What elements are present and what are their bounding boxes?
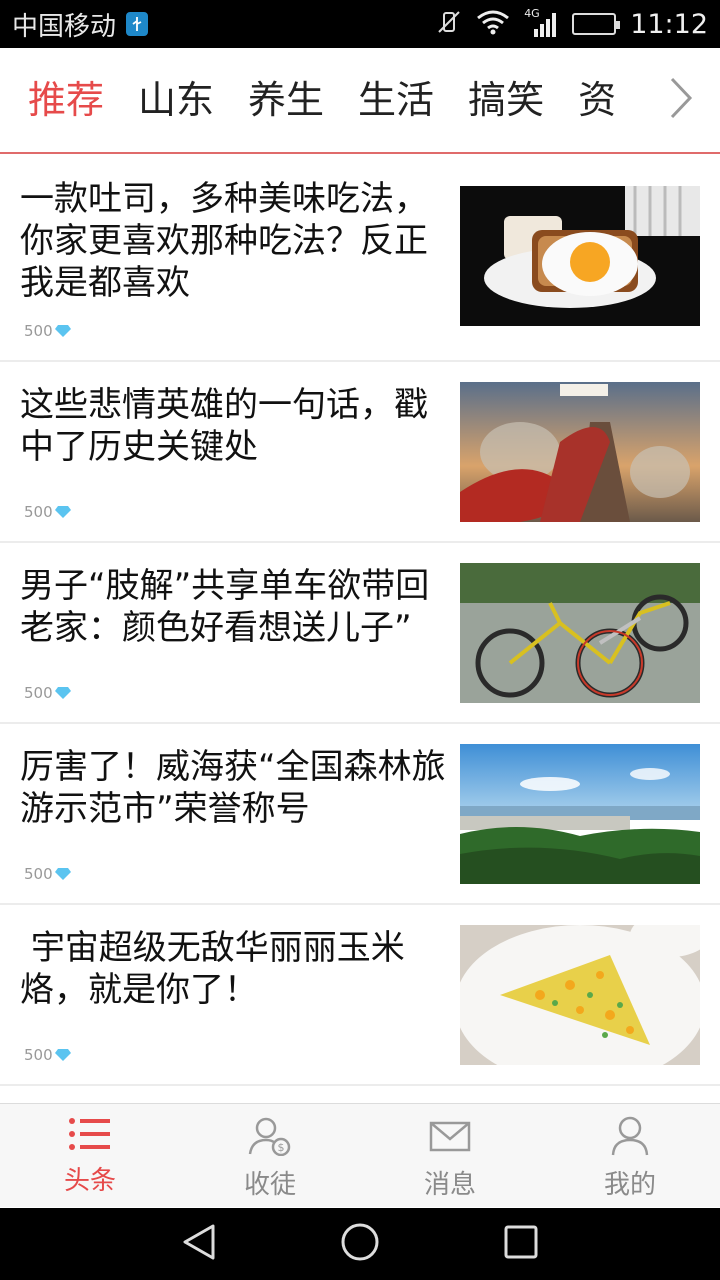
article-thumbnail <box>460 186 700 326</box>
category-tab-bar: 推荐 山东 养生 生活 搞笑 资 <box>0 48 720 154</box>
tab-funny[interactable]: 搞笑 <box>434 81 544 119</box>
article-title: 男子“肢解”共享单车欲带回老家：颜色好看想送儿子” <box>20 566 430 648</box>
clock: 11:12 <box>630 8 708 40</box>
diamond-icon <box>54 1049 71 1061</box>
list-item[interactable]: 宇宙超级无敌华丽丽玉米烙，就是你了！ 500 <box>0 905 720 1086</box>
coin-reward: 500 <box>24 865 71 883</box>
nav-headlines[interactable]: 头条 <box>0 1104 180 1207</box>
home-icon[interactable] <box>340 1222 380 1266</box>
battery-icon <box>572 13 621 35</box>
coin-amount: 500 <box>24 684 53 702</box>
diamond-icon <box>54 506 71 518</box>
system-navigation-bar <box>0 1208 720 1280</box>
nav-apprentice[interactable]: $ 收徒 <box>180 1104 360 1207</box>
mail-icon <box>428 1116 472 1160</box>
article-title: 宇宙超级无敌华丽丽玉米烙，就是你了！ <box>20 928 405 1010</box>
recent-apps-icon[interactable] <box>503 1224 539 1264</box>
diamond-icon <box>54 325 71 337</box>
article-title: 厉害了！威海获“全国森林旅游示范市”荣誉称号 <box>20 747 446 829</box>
list-icon <box>68 1116 112 1156</box>
carrier-name: 中国移动 <box>12 11 117 42</box>
nav-label: 消息 <box>423 1170 476 1200</box>
back-icon[interactable] <box>181 1222 217 1266</box>
tab-life[interactable]: 生活 <box>324 81 434 119</box>
list-item[interactable]: 厉害了！威海获“全国森林旅游示范市”荣誉称号 500 <box>0 724 720 905</box>
status-bar: 中国移动 4G 11:12 <box>0 0 720 48</box>
nav-profile[interactable]: 我的 <box>540 1104 720 1207</box>
coin-reward: 500 <box>24 684 71 702</box>
coin-reward: 500 <box>24 1046 71 1064</box>
more-tabs-button[interactable] <box>642 48 720 152</box>
tab-shandong[interactable]: 山东 <box>104 81 214 119</box>
coin-amount: 500 <box>24 322 53 340</box>
list-item[interactable]: 男子“肢解”共享单车欲带回老家：颜色好看想送儿子” 500 <box>0 543 720 724</box>
list-item[interactable]: 这些悲情英雄的一句话，戳中了历史关键处 500 <box>0 362 720 543</box>
network-type: 4G <box>524 7 540 20</box>
article-feed[interactable]: 一款吐司，多种美味吃法，你家更喜欢那种吃法？反正我是都喜欢 500 这些悲情英雄… <box>0 156 720 1103</box>
nav-label: 头条 <box>63 1166 116 1196</box>
coin-amount: 500 <box>24 865 53 883</box>
article-thumbnail <box>460 744 700 884</box>
article-thumbnail <box>460 925 700 1065</box>
nav-messages[interactable]: 消息 <box>360 1104 540 1207</box>
vibrate-off-icon <box>436 9 462 39</box>
tab-info[interactable]: 资 <box>544 81 616 119</box>
signal-4g-icon: 4G <box>524 7 558 39</box>
diamond-icon <box>54 687 71 699</box>
bottom-navigation: 头条 $ 收徒 消息 我的 <box>0 1103 720 1207</box>
article-title: 一款吐司，多种美味吃法，你家更喜欢那种吃法？反正我是都喜欢 <box>20 179 428 303</box>
coin-reward: 500 <box>24 322 71 340</box>
article-title: 这些悲情英雄的一句话，戳中了历史关键处 <box>20 385 428 467</box>
nav-label: 我的 <box>603 1170 656 1200</box>
diamond-icon <box>54 868 71 880</box>
svg-text:$: $ <box>278 1141 285 1154</box>
list-item[interactable]: 一款吐司，多种美味吃法，你家更喜欢那种吃法？反正我是都喜欢 500 <box>0 156 720 362</box>
tab-health[interactable]: 养生 <box>214 81 324 119</box>
article-thumbnail <box>460 563 700 703</box>
nav-label: 收徒 <box>243 1170 296 1200</box>
article-thumbnail <box>460 382 700 522</box>
chevron-right-icon <box>668 76 694 124</box>
coin-reward: 500 <box>24 503 71 521</box>
tab-recommend[interactable]: 推荐 <box>0 81 104 119</box>
coin-amount: 500 <box>24 503 53 521</box>
usb-icon <box>126 12 149 36</box>
coin-amount: 500 <box>24 1046 53 1064</box>
wifi-icon <box>476 9 510 39</box>
profile-icon <box>608 1116 652 1160</box>
user-coin-icon: $ <box>248 1116 292 1160</box>
